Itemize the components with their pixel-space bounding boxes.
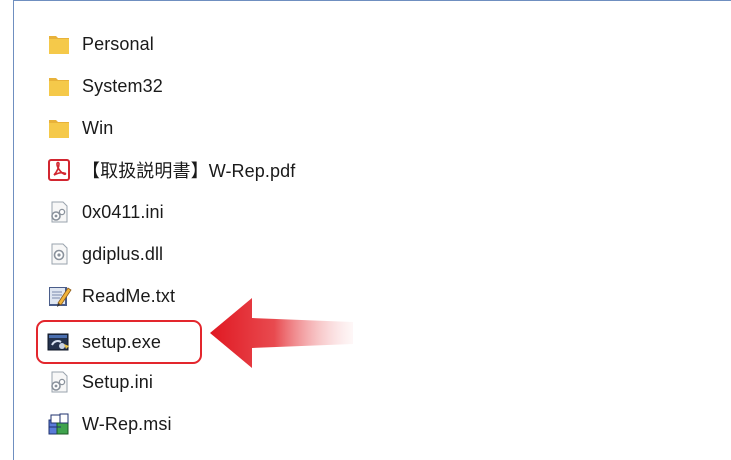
red-arrow-left-icon (208, 296, 368, 376)
dll-file-icon (46, 241, 72, 267)
settings-file-icon (46, 369, 72, 395)
file-name: Win (82, 117, 114, 138)
list-item-manual-pdf[interactable]: 【取扱説明書】W-Rep.pdf (46, 152, 295, 188)
folder-icon (46, 115, 72, 141)
list-item-setup-ini[interactable]: Setup.ini (46, 364, 153, 400)
list-item-readme-txt[interactable]: ReadMe.txt (46, 278, 175, 314)
folder-icon (46, 73, 72, 99)
setup-exe-highlight (36, 320, 202, 364)
file-name: System32 (82, 75, 163, 96)
file-name: Personal (82, 33, 154, 54)
file-name: ReadMe.txt (82, 285, 176, 306)
file-name: Setup.ini (82, 371, 153, 392)
list-item-win[interactable]: Win (46, 110, 113, 146)
file-name: 0x0411.ini (82, 201, 164, 222)
file-name: gdiplus.dll (82, 243, 164, 264)
list-item-system32[interactable]: System32 (46, 68, 163, 104)
list-item-0x0411-ini[interactable]: 0x0411.ini (46, 194, 164, 230)
file-list: Personal System32 Win 【取扱説明書】W-Rep.pdf 0… (0, 0, 731, 450)
msi-installer-icon (46, 411, 72, 437)
list-item-w-rep-msi[interactable]: W-Rep.msi (46, 406, 172, 442)
file-name: 【取扱説明書】W-Rep.pdf (82, 161, 296, 181)
list-item-gdiplus-dll[interactable]: gdiplus.dll (46, 236, 163, 272)
list-item-personal[interactable]: Personal (46, 26, 154, 62)
file-name: W-Rep.msi (82, 413, 172, 434)
pdf-file-icon (46, 157, 72, 183)
text-file-icon (46, 283, 72, 309)
folder-icon (46, 31, 72, 57)
settings-file-icon (46, 199, 72, 225)
